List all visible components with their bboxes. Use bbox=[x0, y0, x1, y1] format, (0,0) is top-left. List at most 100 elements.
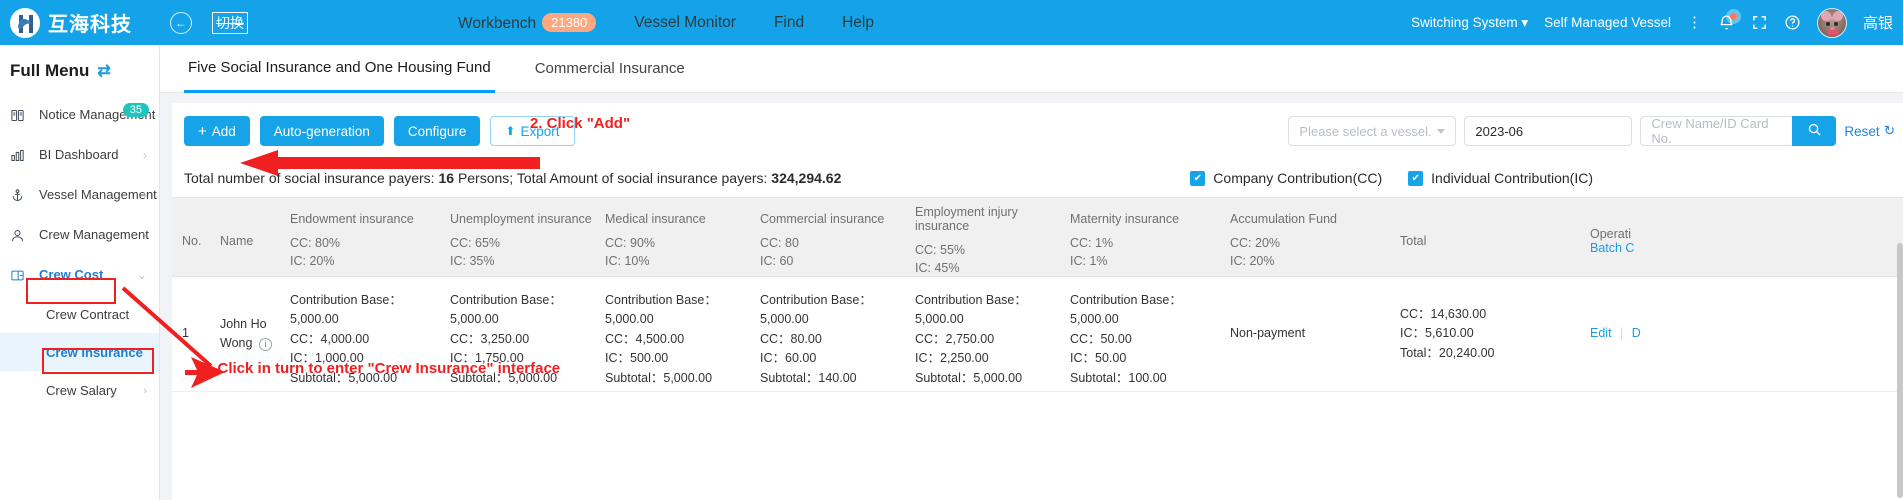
toolbar: + Add Auto-generation Configure ⬆ Export… bbox=[172, 103, 1903, 159]
subtotal: Subtotal：5,000.00 bbox=[915, 370, 1023, 385]
th-ic: IC: 10% bbox=[605, 254, 650, 268]
back-arrow-icon[interactable]: ← bbox=[170, 11, 192, 34]
sidebar: Full Menu ⇄ Notice Management 35 BI Dash… bbox=[0, 45, 160, 500]
vertical-scrollbar[interactable] bbox=[1897, 243, 1903, 498]
add-button[interactable]: + Add bbox=[184, 116, 250, 146]
check-icon: ✔ bbox=[1190, 170, 1206, 186]
contribution-checkboxes: ✔ Company Contribution(CC) ✔ Individual … bbox=[1190, 170, 1593, 186]
fullscreen-icon[interactable] bbox=[1751, 14, 1768, 31]
checkbox-ic-label: Individual Contribution(IC) bbox=[1431, 170, 1593, 186]
sidebar-item-label: BI Dashboard bbox=[39, 146, 119, 162]
nav-find[interactable]: Find bbox=[774, 14, 804, 32]
auto-generation-label: Auto-generation bbox=[273, 123, 370, 139]
sidebar-item-notice-management[interactable]: Notice Management 35 bbox=[0, 95, 159, 135]
more-options-icon[interactable]: ⋮ bbox=[1687, 15, 1702, 30]
batch-link[interactable]: Batch C bbox=[1590, 241, 1680, 255]
cc: CC：4,000.00 bbox=[290, 331, 370, 346]
table-header-row: No. Name Endowment insurance CC: 80% IC:… bbox=[172, 197, 1903, 277]
tab-commercial-insurance[interactable]: Commercial Insurance bbox=[531, 45, 689, 93]
configure-button[interactable]: Configure bbox=[393, 116, 481, 146]
cc: CC：80.00 bbox=[760, 331, 822, 346]
ic: IC：2,250.00 bbox=[915, 351, 989, 366]
sidebar-item-bi-dashboard[interactable]: BI Dashboard › bbox=[0, 135, 159, 175]
edit-link[interactable]: Edit bbox=[1590, 326, 1612, 340]
th-label: Accumulation Fund bbox=[1230, 211, 1338, 226]
th-cc: CC: 65% bbox=[450, 235, 501, 250]
th-ic: IC: 1% bbox=[1070, 254, 1108, 268]
sidebar-subitem-crew-salary[interactable]: Crew Salary › bbox=[0, 371, 159, 409]
th-label: Employment injury insurance bbox=[915, 204, 1018, 233]
nav-vessel-monitor[interactable]: Vessel Monitor bbox=[634, 14, 736, 32]
total-ic: IC：5,610.00 bbox=[1400, 326, 1474, 341]
vessel-select[interactable]: Please select a vessel. bbox=[1288, 116, 1457, 146]
header-right-controls: Switching System ▾ Self Managed Vessel ⋮ bbox=[1411, 0, 1893, 45]
annotation-step-2: 2. Click "Add" bbox=[530, 115, 631, 132]
base: Contribution Base：5,000.00 bbox=[760, 293, 872, 327]
upload-icon: ⬆ bbox=[505, 124, 516, 138]
chevron-right-icon: › bbox=[143, 148, 147, 162]
switch-label[interactable]: 切换 bbox=[212, 11, 248, 34]
auto-generation-button[interactable]: Auto-generation bbox=[259, 116, 384, 146]
th-name: Name bbox=[220, 234, 254, 248]
swap-icon[interactable]: ⇄ bbox=[97, 61, 110, 81]
month-picker[interactable]: 2023-06 bbox=[1464, 116, 1633, 146]
th-accumulation-fund: Accumulation Fund CC: 20% IC: 20% bbox=[1220, 198, 1390, 276]
nav-workbench[interactable]: Workbench 21380 bbox=[458, 12, 597, 33]
notification-dot-icon bbox=[1725, 9, 1741, 24]
base: Contribution Base：5,000.00 bbox=[1070, 293, 1182, 327]
reset-button[interactable]: Reset ↻ bbox=[1844, 123, 1895, 139]
summary-text-2: Persons; Total Amount of social insuranc… bbox=[457, 170, 768, 186]
divider: | bbox=[1620, 326, 1624, 341]
th-cc: CC: 1% bbox=[1070, 235, 1114, 250]
sidebar-subitem-crew-insurance[interactable]: Crew Insurance bbox=[0, 333, 159, 371]
th-cc: CC: 80 bbox=[760, 235, 799, 250]
notification-bell[interactable] bbox=[1718, 9, 1741, 31]
info-icon[interactable]: i bbox=[258, 338, 272, 352]
nav-help[interactable]: Help bbox=[842, 14, 874, 32]
sidebar-item-vessel-management[interactable]: Vessel Management › bbox=[0, 175, 159, 215]
th-ic: IC: 20% bbox=[290, 254, 335, 268]
sidebar-item-crew-management[interactable]: Crew Management › bbox=[0, 215, 159, 255]
sidebar-subitem-crew-contract[interactable]: Crew Contract bbox=[0, 295, 159, 333]
search-input[interactable]: Crew Name/ID Card No. bbox=[1640, 116, 1793, 146]
checkbox-individual-contribution[interactable]: ✔ Individual Contribution(IC) bbox=[1408, 170, 1593, 186]
search-icon bbox=[1807, 122, 1822, 140]
avatar[interactable] bbox=[1816, 7, 1847, 38]
brand-name: 互海科技 bbox=[48, 12, 132, 36]
sidebar-item-label: Vessel Management bbox=[39, 186, 157, 202]
switching-system-label: Switching System bbox=[1411, 14, 1518, 30]
search-input-placeholder: Crew Name/ID Card No. bbox=[1651, 116, 1769, 146]
summary-bar: Total number of social insurance payers:… bbox=[172, 159, 1903, 197]
chevron-down-icon bbox=[1437, 128, 1446, 134]
bar-chart-icon bbox=[10, 148, 30, 163]
chevron-right-icon: › bbox=[143, 228, 147, 242]
vessel-select-placeholder: Please select a vessel. bbox=[1299, 123, 1432, 139]
sidebar-item-crew-cost[interactable]: Crew Cost ⌄ bbox=[0, 255, 159, 295]
cell-accumulation: Non-payment bbox=[1230, 326, 1306, 341]
th-total: Total bbox=[1400, 234, 1427, 248]
main-navigation: Workbench 21380 Vessel Monitor Find Help bbox=[458, 12, 874, 33]
switching-system-dropdown[interactable]: Switching System ▾ bbox=[1411, 15, 1528, 31]
checkbox-company-contribution[interactable]: ✔ Company Contribution(CC) bbox=[1190, 170, 1382, 186]
th-label: Maternity insurance bbox=[1070, 211, 1180, 226]
brand-logo[interactable]: 互海科技 bbox=[10, 7, 132, 38]
user-name[interactable]: 高银 bbox=[1863, 12, 1893, 33]
th-label: Medical insurance bbox=[605, 211, 706, 226]
tab-five-social-insurance[interactable]: Five Social Insurance and One Housing Fu… bbox=[184, 45, 495, 93]
top-header-bar: 互海科技 ← 切换 Workbench 21380 Vessel Monitor … bbox=[0, 0, 1903, 45]
delete-link[interactable]: D bbox=[1632, 326, 1641, 340]
refresh-icon: ↻ bbox=[1883, 123, 1895, 138]
notice-count-badge: 35 bbox=[122, 103, 149, 117]
person-icon bbox=[10, 228, 30, 243]
subtotal: Subtotal：5,000.00 bbox=[605, 370, 713, 385]
search-button[interactable] bbox=[1792, 116, 1837, 146]
self-managed-vessel-label[interactable]: Self Managed Vessel bbox=[1544, 15, 1671, 30]
base: Contribution Base：5,000.00 bbox=[605, 293, 717, 327]
subtotal: Subtotal：140.00 bbox=[760, 370, 857, 385]
month-picker-value: 2023-06 bbox=[1475, 123, 1524, 139]
help-circle-icon[interactable] bbox=[1784, 14, 1801, 31]
nav-workbench-label: Workbench bbox=[458, 14, 537, 32]
plus-icon: + bbox=[198, 122, 207, 140]
company-logo-icon bbox=[10, 7, 40, 38]
full-menu-title[interactable]: Full Menu ⇄ bbox=[0, 45, 159, 95]
